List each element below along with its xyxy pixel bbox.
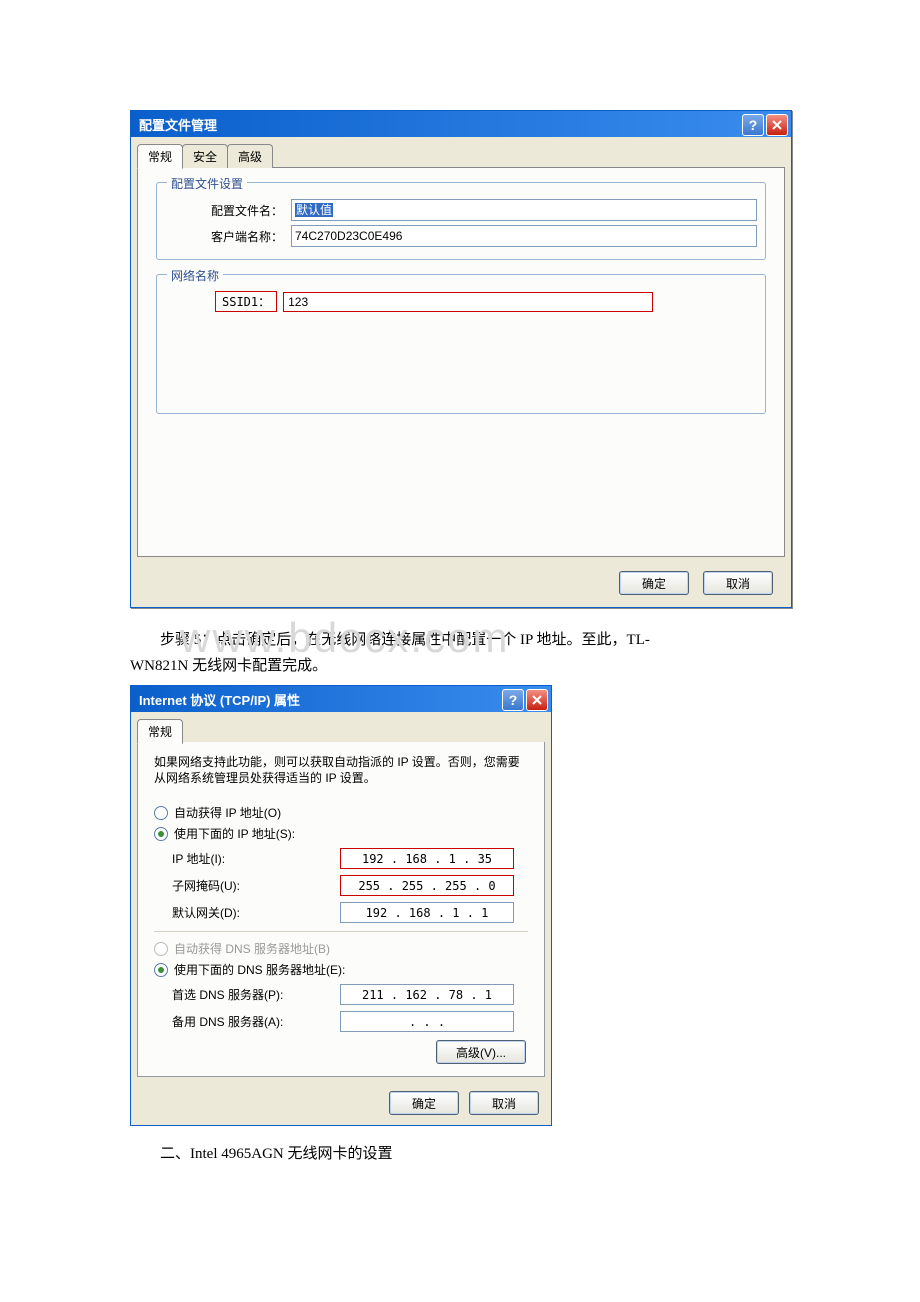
profile-name-label: 配置文件名： bbox=[165, 202, 291, 219]
advanced-button[interactable]: 高级(V)... bbox=[436, 1040, 526, 1064]
ssid1-label: SSID1： bbox=[215, 291, 277, 312]
radio-icon bbox=[154, 942, 168, 956]
body-paragraph: 二、Intel 4965AGN 无线网卡的设置 bbox=[130, 1142, 790, 1168]
ip-address-input[interactable]: 192 . 168 . 1 . 35 bbox=[340, 848, 514, 869]
default-gateway-label: 默认网关(D): bbox=[172, 904, 340, 921]
tab-advanced[interactable]: 高级 bbox=[227, 144, 273, 168]
tab-pane-general: 配置文件设置 配置文件名： 默认值 客户端名称： 网络名称 SSID1： bbox=[137, 167, 785, 557]
tcpip-properties-dialog: Internet 协议 (TCP/IP) 属性 ? 常规 如果网络支持此功能，则… bbox=[130, 685, 552, 1126]
ip-address-label: IP 地址(I): bbox=[172, 850, 340, 867]
client-name-input[interactable] bbox=[291, 225, 757, 247]
ssid1-input[interactable] bbox=[283, 292, 653, 312]
tab-strip: 常规 安全 高级 bbox=[131, 137, 791, 167]
preferred-dns-input[interactable]: 211 . 162 . 78 . 1 bbox=[340, 984, 514, 1005]
help-text: 如果网络支持此功能，则可以获取自动指派的 IP 设置。否则，您需要从网络系统管理… bbox=[154, 754, 528, 786]
ok-button[interactable]: 确定 bbox=[619, 571, 689, 595]
subnet-mask-input[interactable]: 255 . 255 . 255 . 0 bbox=[340, 875, 514, 896]
radio-icon bbox=[154, 806, 168, 820]
profile-manager-dialog: 配置文件管理 ? 常规 安全 高级 配置文件设置 配置文件名： 默认值 bbox=[130, 110, 792, 608]
titlebar: Internet 协议 (TCP/IP) 属性 ? bbox=[131, 686, 551, 712]
body-paragraph: 步骤 5：点击确定后，在无线网络连接属性中配置一个 IP 地址。至此，TL- W… bbox=[130, 628, 790, 679]
subnet-mask-label: 子网掩码(U): bbox=[172, 877, 340, 894]
window-title: 配置文件管理 bbox=[139, 115, 217, 134]
profile-settings-fieldset: 配置文件设置 配置文件名： 默认值 客户端名称： bbox=[156, 182, 766, 260]
alternate-dns-input[interactable]: . . . bbox=[340, 1011, 514, 1032]
tab-strip: 常规 bbox=[131, 712, 551, 742]
close-icon[interactable] bbox=[766, 114, 788, 136]
titlebar: 配置文件管理 ? bbox=[131, 111, 791, 137]
cancel-button[interactable]: 取消 bbox=[703, 571, 773, 595]
radio-use-dns[interactable]: 使用下面的 DNS 服务器地址(E): bbox=[154, 961, 528, 978]
alternate-dns-label: 备用 DNS 服务器(A): bbox=[172, 1013, 340, 1030]
help-icon[interactable]: ? bbox=[742, 114, 764, 136]
radio-icon bbox=[154, 827, 168, 841]
client-name-label: 客户端名称： bbox=[165, 228, 291, 245]
tab-security[interactable]: 安全 bbox=[182, 144, 228, 168]
cancel-button[interactable]: 取消 bbox=[469, 1091, 539, 1115]
default-gateway-input[interactable]: 192 . 168 . 1 . 1 bbox=[340, 902, 514, 923]
ok-button[interactable]: 确定 bbox=[389, 1091, 459, 1115]
radio-use-ip[interactable]: 使用下面的 IP 地址(S): bbox=[154, 825, 528, 842]
radio-auto-ip[interactable]: 自动获得 IP 地址(O) bbox=[154, 804, 528, 821]
radio-auto-dns: 自动获得 DNS 服务器地址(B) bbox=[154, 940, 528, 957]
close-icon[interactable] bbox=[526, 689, 548, 711]
network-name-fieldset: 网络名称 SSID1： bbox=[156, 274, 766, 414]
tab-general[interactable]: 常规 bbox=[137, 144, 183, 169]
window-title: Internet 协议 (TCP/IP) 属性 bbox=[139, 690, 300, 709]
help-icon[interactable]: ? bbox=[502, 689, 524, 711]
fieldset-legend: 网络名称 bbox=[167, 267, 223, 284]
preferred-dns-label: 首选 DNS 服务器(P): bbox=[172, 986, 340, 1003]
profile-name-input[interactable]: 默认值 bbox=[291, 199, 757, 221]
fieldset-legend: 配置文件设置 bbox=[167, 175, 247, 192]
radio-icon bbox=[154, 963, 168, 977]
tab-general[interactable]: 常规 bbox=[137, 719, 183, 744]
tab-pane-general: 如果网络支持此功能，则可以获取自动指派的 IP 设置。否则，您需要从网络系统管理… bbox=[137, 742, 545, 1077]
